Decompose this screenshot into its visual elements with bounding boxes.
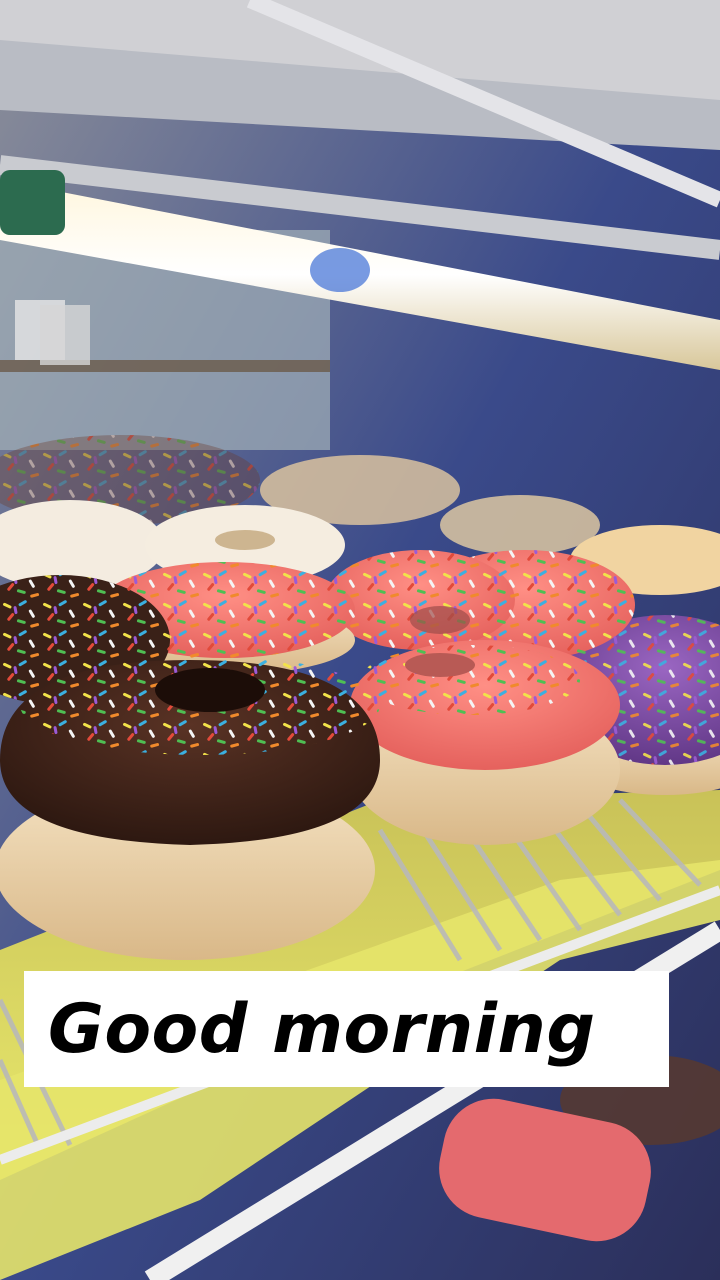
- donut-case-photo: [0, 0, 720, 1280]
- caption-text: Good morning: [48, 989, 596, 1069]
- story-frame: Good morning: [0, 0, 720, 1280]
- caption-banner: Good morning: [24, 971, 669, 1087]
